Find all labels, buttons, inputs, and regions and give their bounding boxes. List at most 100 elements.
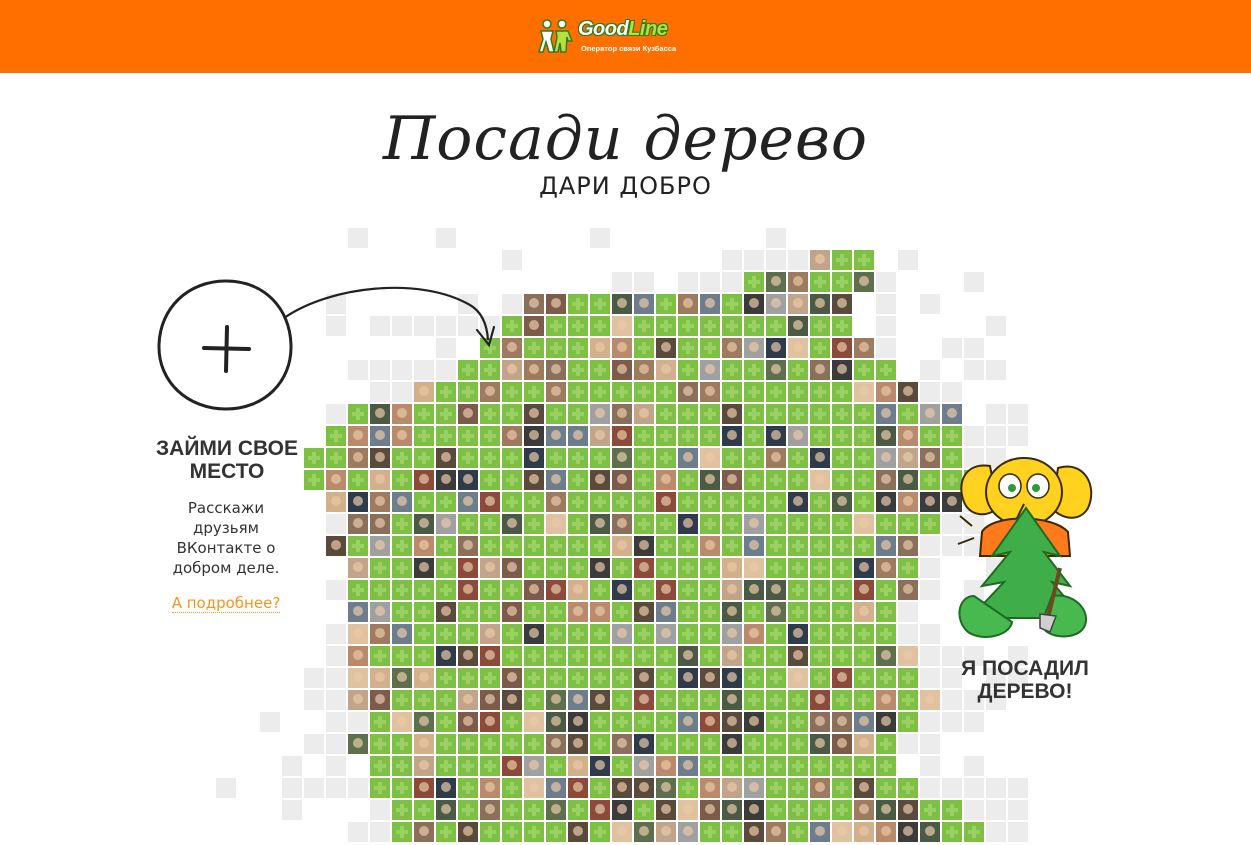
free-tree-cell[interactable] [590, 778, 610, 798]
free-tree-cell[interactable] [458, 668, 478, 688]
free-tree-cell[interactable] [766, 624, 786, 644]
user-avatar-cell[interactable] [722, 602, 742, 622]
user-avatar-cell[interactable] [348, 558, 368, 578]
free-tree-cell[interactable] [722, 382, 742, 402]
user-avatar-cell[interactable] [744, 712, 764, 732]
free-tree-cell[interactable] [832, 382, 852, 402]
user-avatar-cell[interactable] [612, 822, 632, 842]
free-tree-cell[interactable] [810, 338, 830, 358]
user-avatar-cell[interactable] [458, 492, 478, 512]
free-tree-cell[interactable] [700, 514, 720, 534]
user-avatar-cell[interactable] [370, 426, 390, 446]
free-tree-cell[interactable] [392, 734, 412, 754]
free-tree-cell[interactable] [832, 448, 852, 468]
user-avatar-cell[interactable] [480, 646, 500, 666]
user-avatar-cell[interactable] [502, 756, 522, 776]
free-tree-cell[interactable] [590, 536, 610, 556]
free-tree-cell[interactable] [766, 778, 786, 798]
free-tree-cell[interactable] [898, 712, 918, 732]
free-tree-cell[interactable] [524, 558, 544, 578]
user-avatar-cell[interactable] [744, 800, 764, 820]
user-avatar-cell[interactable] [700, 382, 720, 402]
free-tree-cell[interactable] [370, 778, 390, 798]
free-tree-cell[interactable] [546, 646, 566, 666]
free-tree-cell[interactable] [436, 492, 456, 512]
free-tree-cell[interactable] [876, 602, 896, 622]
user-avatar-cell[interactable] [920, 492, 940, 512]
free-tree-cell[interactable] [370, 734, 390, 754]
user-avatar-cell[interactable] [722, 668, 742, 688]
free-tree-cell[interactable] [700, 426, 720, 446]
free-tree-cell[interactable] [656, 448, 676, 468]
user-avatar-cell[interactable] [788, 294, 808, 314]
user-avatar-cell[interactable] [810, 690, 830, 710]
free-tree-cell[interactable] [458, 756, 478, 776]
user-avatar-cell[interactable] [634, 602, 654, 622]
free-tree-cell[interactable] [722, 822, 742, 842]
free-tree-cell[interactable] [436, 756, 456, 776]
free-tree-cell[interactable] [436, 734, 456, 754]
free-tree-cell[interactable] [832, 580, 852, 600]
free-tree-cell[interactable] [414, 624, 434, 644]
user-avatar-cell[interactable] [634, 404, 654, 424]
user-avatar-cell[interactable] [920, 690, 940, 710]
free-tree-cell[interactable] [854, 536, 874, 556]
free-tree-cell[interactable] [392, 800, 412, 820]
free-tree-cell[interactable] [788, 360, 808, 380]
free-tree-cell[interactable] [568, 800, 588, 820]
user-avatar-cell[interactable] [524, 360, 544, 380]
user-avatar-cell[interactable] [392, 492, 412, 512]
user-avatar-cell[interactable] [480, 382, 500, 402]
free-tree-cell[interactable] [788, 690, 808, 710]
user-avatar-cell[interactable] [810, 470, 830, 490]
user-avatar-cell[interactable] [832, 338, 852, 358]
user-avatar-cell[interactable] [502, 690, 522, 710]
free-tree-cell[interactable] [392, 536, 412, 556]
user-avatar-cell[interactable] [370, 624, 390, 644]
user-avatar-cell[interactable] [370, 492, 390, 512]
user-avatar-cell[interactable] [656, 580, 676, 600]
user-avatar-cell[interactable] [832, 492, 852, 512]
free-tree-cell[interactable] [788, 602, 808, 622]
free-tree-cell[interactable] [678, 426, 698, 446]
user-avatar-cell[interactable] [700, 778, 720, 798]
free-tree-cell[interactable] [502, 316, 522, 336]
free-tree-cell[interactable] [546, 756, 566, 776]
user-avatar-cell[interactable] [788, 646, 808, 666]
free-tree-cell[interactable] [634, 712, 654, 732]
user-avatar-cell[interactable] [744, 822, 764, 842]
free-tree-cell[interactable] [832, 536, 852, 556]
user-avatar-cell[interactable] [568, 778, 588, 798]
user-avatar-cell[interactable] [370, 448, 390, 468]
user-avatar-cell[interactable] [348, 624, 368, 644]
user-avatar-cell[interactable] [634, 778, 654, 798]
free-tree-cell[interactable] [700, 316, 720, 336]
free-tree-cell[interactable] [634, 800, 654, 820]
free-tree-cell[interactable] [700, 404, 720, 424]
user-avatar-cell[interactable] [766, 448, 786, 468]
free-tree-cell[interactable] [898, 514, 918, 534]
user-avatar-cell[interactable] [502, 668, 522, 688]
user-avatar-cell[interactable] [524, 316, 544, 336]
free-tree-cell[interactable] [766, 404, 786, 424]
user-avatar-cell[interactable] [744, 514, 764, 534]
user-avatar-cell[interactable] [568, 690, 588, 710]
free-tree-cell[interactable] [788, 800, 808, 820]
free-tree-cell[interactable] [678, 624, 698, 644]
user-avatar-cell[interactable] [524, 756, 544, 776]
user-avatar-cell[interactable] [656, 822, 676, 842]
free-tree-cell[interactable] [524, 514, 544, 534]
user-avatar-cell[interactable] [480, 492, 500, 512]
free-tree-cell[interactable] [744, 360, 764, 380]
user-avatar-cell[interactable] [700, 294, 720, 314]
free-tree-cell[interactable] [568, 514, 588, 534]
free-tree-cell[interactable] [590, 734, 610, 754]
free-tree-cell[interactable] [546, 404, 566, 424]
user-avatar-cell[interactable] [612, 734, 632, 754]
free-tree-cell[interactable] [568, 360, 588, 380]
free-tree-cell[interactable] [370, 580, 390, 600]
free-tree-cell[interactable] [876, 734, 896, 754]
user-avatar-cell[interactable] [854, 712, 874, 732]
user-avatar-cell[interactable] [458, 536, 478, 556]
free-tree-cell[interactable] [656, 514, 676, 534]
